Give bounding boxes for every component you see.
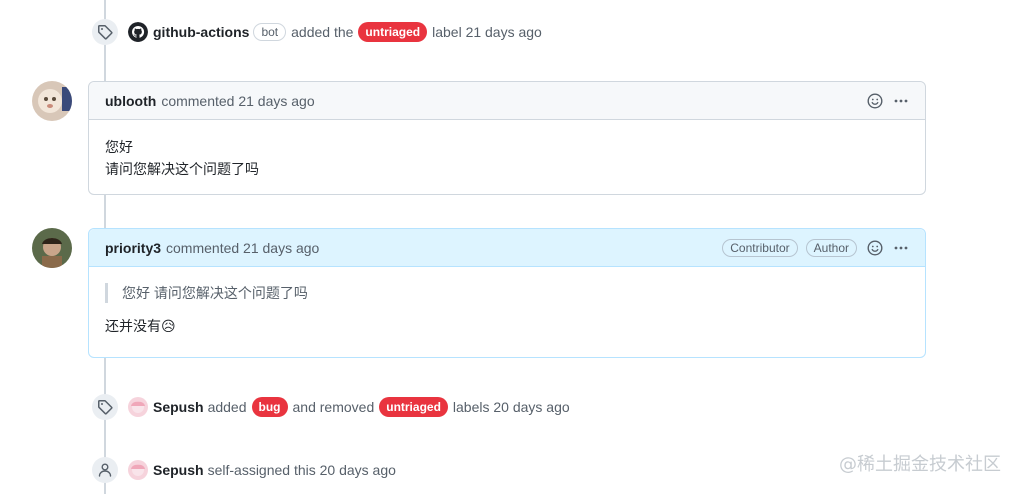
kebab-horizontal-icon[interactable]: [893, 93, 909, 109]
github-logo-icon[interactable]: [128, 22, 148, 42]
person-icon: [92, 457, 118, 483]
label-untriaged[interactable]: untriaged: [379, 397, 448, 417]
comment-line: 还并没有😥: [105, 315, 909, 337]
avatar[interactable]: [128, 397, 148, 417]
comment-header: priority3 commented 21 days ago Contribu…: [89, 229, 925, 267]
event-actor[interactable]: github-actions: [153, 24, 249, 40]
comment-meta[interactable]: commented 21 days ago: [166, 240, 319, 256]
comment-meta[interactable]: commented 21 days ago: [161, 93, 314, 109]
comment-line: 您好: [105, 139, 133, 155]
comment-line: 请问您解决这个问题了吗: [105, 161, 259, 177]
watermark: @稀土掘金技术社区: [839, 454, 1001, 475]
smiley-icon[interactable]: [867, 92, 883, 109]
bot-badge: bot: [253, 23, 287, 41]
label-untriaged[interactable]: untriaged: [358, 22, 428, 42]
smiley-icon[interactable]: [867, 239, 883, 256]
kebab-horizontal-icon[interactable]: [893, 240, 909, 256]
comment-body: 您好 请问您解决这个问题了吗 还并没有😥: [89, 267, 925, 353]
quoted-reply: 您好 请问您解决这个问题了吗: [105, 283, 909, 303]
timeline-event-self-assigned: Sepush self-assigned this 20 days ago: [92, 456, 396, 484]
tag-icon: [92, 19, 118, 45]
event-actor[interactable]: Sepush: [153, 462, 204, 478]
reply-text: 还并没有: [105, 318, 161, 334]
tag-icon: [92, 394, 118, 420]
avatar[interactable]: [128, 460, 148, 480]
comment-author[interactable]: ublooth: [105, 93, 156, 109]
author-badge: Author: [805, 238, 857, 257]
label-bug[interactable]: bug: [251, 397, 288, 417]
avatar[interactable]: [32, 228, 72, 268]
comment-ublooth: ublooth commented 21 days ago 您好 请问您解决这个…: [88, 81, 926, 195]
comment-header: ublooth commented 21 days ago: [89, 82, 925, 120]
event-text: added the: [291, 24, 354, 40]
timeline-event-labels-changed: Sepush added bug and removed untriaged l…: [92, 393, 570, 421]
contributor-badge: Contributor: [722, 238, 798, 257]
comment-body: 您好 请问您解决这个问题了吗: [89, 120, 925, 196]
comment-priority3: priority3 commented 21 days ago Contribu…: [88, 228, 926, 358]
event-actor[interactable]: Sepush: [153, 399, 204, 415]
event-text: and removed: [292, 399, 375, 415]
sad-face-emoji: 😥: [161, 318, 176, 334]
event-text: added: [207, 399, 247, 415]
timeline-event-label-added: github-actions bot added the untriaged l…: [92, 18, 542, 46]
event-text[interactable]: self-assigned this 20 days ago: [208, 462, 396, 478]
avatar[interactable]: [32, 81, 72, 121]
event-text[interactable]: label 21 days ago: [432, 24, 542, 40]
event-text[interactable]: labels 20 days ago: [453, 399, 570, 415]
comment-author[interactable]: priority3: [105, 240, 161, 256]
